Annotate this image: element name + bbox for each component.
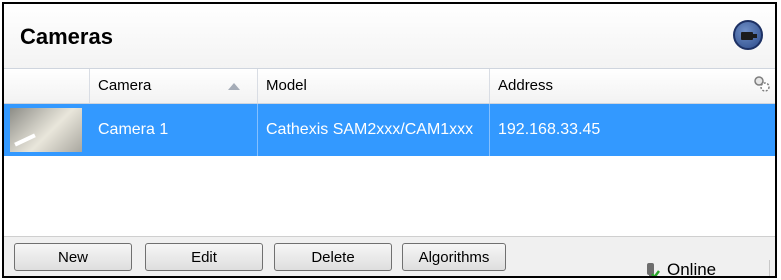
status-text: Online [667, 260, 717, 278]
thumbnail-highlight [14, 133, 36, 147]
table-row[interactable]: Camera 1 Cathexis SAM2xxx/CAM1xxx 192.16… [4, 104, 775, 156]
header-address[interactable]: Address [490, 69, 775, 103]
cell-camera: Camera 1 [90, 104, 258, 156]
panel-header: Cameras [4, 4, 775, 68]
header-model[interactable]: Model [258, 69, 490, 103]
online-status-icon [647, 263, 660, 276]
status-bar: Online [4, 258, 775, 278]
camera-thumbnail [10, 108, 82, 152]
camera-body-shape [741, 32, 753, 40]
header-camera-label: Camera [98, 77, 152, 94]
sort-ascending-icon [228, 83, 240, 90]
header-camera[interactable]: Camera [90, 69, 258, 103]
cell-address: 192.168.33.45 [498, 121, 601, 138]
status-divider [769, 260, 770, 276]
header-thumbnail[interactable] [4, 69, 90, 103]
settings-gear-icon[interactable] [753, 75, 771, 93]
camera-table: Camera Model Address Camera 1 Cathexis S… [4, 68, 775, 236]
cell-model: Cathexis SAM2xxx/CAM1xxx [258, 104, 490, 156]
camera-lens-shape [753, 34, 757, 38]
table-header: Camera Model Address [4, 68, 775, 104]
cameras-panel: Cameras Camera Model Address Camera 1 Ca… [2, 2, 777, 278]
page-title: Cameras [20, 24, 113, 49]
camera-icon[interactable] [733, 20, 763, 50]
